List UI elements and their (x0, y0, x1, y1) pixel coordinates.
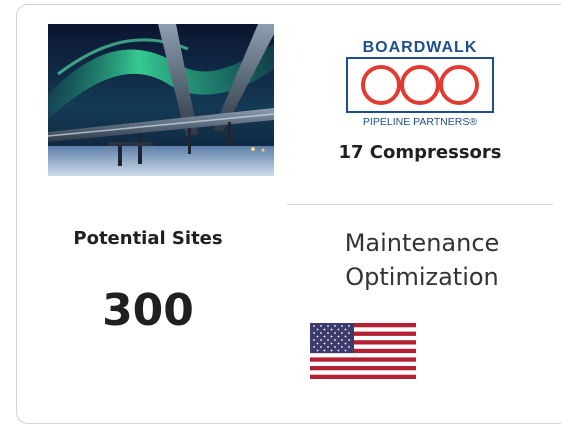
boardwalk-logo: BOARDWALK PIPELINE PARTNERS® (345, 38, 495, 133)
program-name: Maintenance Optimization (286, 226, 558, 294)
compressors-count: 17 Compressors (338, 142, 502, 163)
pipeline-photo (48, 24, 274, 176)
program-line-1: Maintenance (344, 229, 500, 257)
us-flag-icon (310, 323, 416, 379)
svg-text:PIPELINE PARTNERS®: PIPELINE PARTNERS® (363, 116, 477, 128)
svg-text:BOARDWALK: BOARDWALK (363, 39, 478, 56)
program-line-2: Optimization (345, 263, 499, 291)
potential-sites-label: Potential Sites (73, 228, 223, 249)
potential-sites-value: 300 (102, 285, 194, 336)
divider (287, 204, 553, 205)
